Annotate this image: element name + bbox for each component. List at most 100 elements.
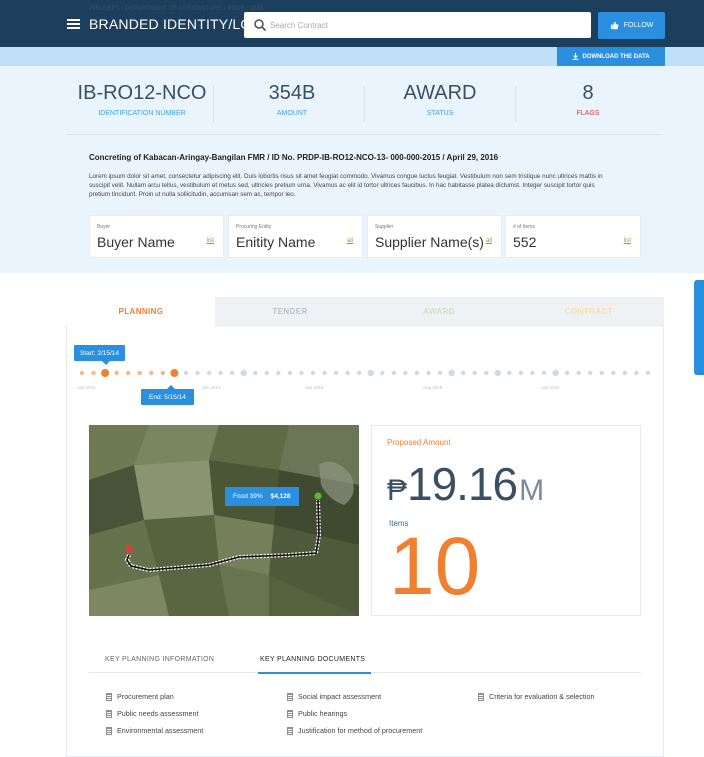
timeline-end-marker[interactable] (170, 369, 179, 377)
document-link[interactable]: Public needs assessment (106, 709, 199, 718)
timeline-date-label: Jan 2014 (202, 385, 221, 390)
timeline-dot[interactable] (218, 370, 223, 376)
timeline-end-tooltip: End: 5/15/14 (141, 385, 194, 405)
timeline-dot[interactable] (253, 370, 258, 376)
timeline-dot[interactable] (229, 370, 235, 376)
tab-award[interactable]: AWARD (364, 297, 514, 326)
timeline-dot[interactable] (507, 370, 512, 376)
map-tooltip-label: Food 39% (233, 493, 263, 500)
timeline-dot[interactable] (333, 370, 339, 376)
timeline-dot[interactable] (195, 370, 200, 376)
timeline-dot[interactable] (149, 370, 154, 376)
tab-tender[interactable]: TENDER (215, 297, 365, 326)
document-label: Social impact assessment (298, 692, 382, 701)
timeline-start-tooltip: Start: 2/15/14 (74, 345, 126, 365)
timeline-dot[interactable] (611, 370, 616, 376)
procuring-entity-all-link[interactable]: all (347, 238, 353, 244)
breadcrumb[interactable]: PHILGEPS / DEPARTMENT OF AGRICULTURE / P… (89, 6, 264, 12)
timeline-dot[interactable] (114, 370, 119, 376)
timeline-dot[interactable] (183, 370, 189, 376)
timeline-dot[interactable] (472, 370, 477, 376)
timeline-dot[interactable] (634, 370, 639, 376)
timeline-dot[interactable] (367, 369, 374, 377)
timeline-dot[interactable] (357, 370, 362, 376)
timeline-start-marker[interactable] (101, 369, 110, 377)
contract-description: Lorem ipsum dolor sit amet, consectetur … (89, 173, 603, 198)
stat-flags[interactable]: 8 FLAGS (523, 82, 653, 117)
timeline-dot[interactable] (426, 370, 431, 376)
document-icon (106, 726, 112, 735)
search-icon (254, 19, 267, 32)
document-icon (287, 709, 293, 718)
status-label: STATUS (426, 110, 454, 117)
timeline-dot[interactable] (588, 370, 593, 376)
identification-number: IB-RO12-NCO (77, 82, 207, 104)
document-icon (287, 726, 293, 735)
timeline-dot[interactable] (599, 370, 604, 376)
stat-divider (364, 86, 365, 122)
document-link[interactable]: Social impact assessment (287, 692, 381, 701)
contract-title: Concreting of Kabacan-Aringay-Bangilan F… (89, 153, 499, 162)
search-box[interactable] (244, 12, 591, 38)
document-link[interactable]: Procurement plan (106, 692, 174, 701)
subtab-key-planning-information[interactable]: KEY PLANNING INFORMATION (105, 656, 214, 663)
supplier-all-link[interactable]: all (486, 238, 492, 244)
document-icon (106, 692, 112, 701)
document-link[interactable]: Criteria for evaluation & selection (478, 692, 594, 701)
timeline-dot[interactable] (564, 370, 570, 376)
timeline-dot[interactable] (541, 370, 547, 376)
subtab-key-planning-documents[interactable]: KEY PLANNING DOCUMENTS (260, 656, 365, 663)
timeline-dot[interactable] (264, 370, 269, 376)
timeline-dot[interactable] (645, 370, 651, 376)
planning-subtabs: KEY PLANNING INFORMATION KEY PLANNING DO… (89, 648, 641, 673)
buyer-list-link[interactable]: list (207, 238, 214, 244)
search-input[interactable] (270, 16, 580, 34)
timeline-dot[interactable] (391, 370, 397, 376)
timeline-dot[interactable] (576, 370, 581, 376)
timeline-dot[interactable] (403, 370, 408, 376)
timeline-dot[interactable] (126, 370, 131, 376)
timeline-dot[interactable] (622, 370, 628, 376)
timeline-dot[interactable] (160, 370, 166, 376)
hamburger-menu-icon[interactable] (67, 19, 80, 29)
timeline-dot[interactable] (276, 370, 281, 376)
location-map[interactable] (89, 425, 359, 616)
timeline-dot[interactable] (460, 370, 466, 376)
timeline-dot[interactable] (437, 370, 443, 376)
identification-label: IDENTIFICATION NUMBER (98, 110, 186, 117)
side-feedback-tab[interactable] (694, 280, 704, 375)
timeline-dot[interactable] (530, 370, 535, 376)
timeline-date-label: Jan 2015 (77, 385, 96, 390)
timeline-dot[interactable] (345, 370, 350, 376)
document-link[interactable]: Public hearings (287, 709, 347, 718)
tab-contract[interactable]: CONTRACT (514, 297, 664, 326)
timeline-dot[interactable] (322, 370, 327, 376)
timeline-date-label: Aug 2015 (423, 385, 443, 390)
download-label: DOWNLOAD THE DATA (582, 53, 650, 60)
tab-planning[interactable]: PLANNING (66, 297, 216, 326)
timeline-dot[interactable] (79, 370, 85, 376)
document-link[interactable]: Environmental assessment (106, 726, 203, 735)
timeline-dot[interactable] (310, 370, 316, 376)
timeline-dot[interactable] (240, 369, 247, 377)
timeline-dot[interactable] (494, 369, 501, 377)
timeline-dot[interactable] (137, 370, 142, 376)
timeline-dot[interactable] (448, 369, 455, 377)
timeline-dot[interactable] (414, 370, 420, 376)
thumbs-up-icon (610, 21, 619, 30)
supplier-card: Supplier Supplier Name(s) all (367, 215, 502, 258)
timeline-dot[interactable] (299, 370, 304, 376)
timeline-dot[interactable] (552, 369, 559, 377)
timeline-dot[interactable] (91, 370, 96, 376)
download-data-button[interactable]: DOWNLOAD THE DATA (557, 47, 665, 66)
timeline-dot[interactable] (287, 370, 293, 376)
timeline-dot[interactable] (206, 370, 212, 376)
follow-button[interactable]: FOLLOW (598, 12, 665, 39)
document-link[interactable]: Justification for method of procurement (287, 726, 422, 735)
proposed-amount-label: Proposed Amount (387, 438, 451, 447)
timeline-dot[interactable] (484, 370, 489, 376)
timeline-dot[interactable] (518, 370, 524, 376)
items-list-link[interactable]: list (624, 238, 631, 244)
items-count: 10 (389, 521, 481, 612)
timeline-dot[interactable] (380, 370, 385, 376)
